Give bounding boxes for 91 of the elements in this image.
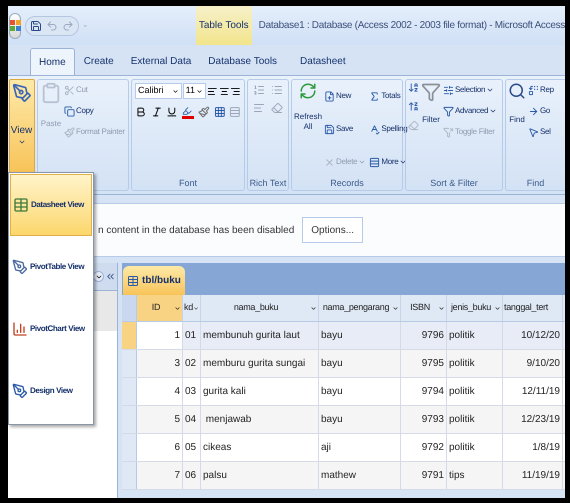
table-cell: 04 [183,406,201,433]
table-cell: 4 [137,378,183,405]
filter-button[interactable]: Filter [421,82,441,126]
table-cell: menjawab [201,406,319,433]
table-cell: gurita kali [201,378,319,405]
table-row[interactable]: 6 05 cikeas aji 9792 politik 1/8/19 [122,434,565,462]
table-cell: memburu gurita sungai [201,350,319,377]
contextual-tab-label: Table Tools [196,6,252,45]
table-cell: cikeas [201,434,319,461]
table-cell: politik [447,350,503,377]
column-header[interactable]: tanggal_tert [503,295,563,321]
column-header[interactable]: ISBN [401,295,447,321]
ribbon-tab[interactable]: Home [30,48,75,75]
refresh-button[interactable]: Refresh All [294,82,322,132]
table-cell: 5 [137,406,183,433]
table-cell: 9795 [401,350,447,377]
menu-item[interactable]: Datasheet View [10,174,92,236]
options-button[interactable]: Options... [302,217,364,243]
find-button[interactable]: Find [508,82,526,126]
window-title: Database1 : Database (Access 2002 - 2003 file format) - Microsoft Access [258,19,565,33]
security-message: n content in the database has been disabled [98,224,294,238]
table-cell: aji [319,434,401,461]
ribbon-button[interactable]: Advanced [443,105,498,117]
ribbon-button[interactable]: Selection [443,84,498,96]
group-label: Font [178,176,197,190]
table-cell: mathew [319,462,401,489]
group-label: Records [330,176,364,190]
table-cell: politik [447,322,503,349]
column-header[interactable]: nama_buku [201,295,319,321]
table-row[interactable]: 7 06 palsu mathew 9791 tips 11/19/19 [122,462,565,490]
group-label: Rich Text [250,176,286,190]
ribbon-button[interactable]: More [369,150,408,174]
ribbon-button[interactable]: Copy [64,105,125,117]
ribbon-tab[interactable]: External Data [122,48,200,75]
table-cell: politik [447,378,503,405]
ribbon-tab[interactable]: Create [76,48,122,75]
table-cell: 9796 [401,322,447,349]
table-cell: 02 [183,350,201,377]
table-cell: bayu [319,378,401,405]
group-label: Sort & Filter [430,176,478,190]
column-header[interactable]: nama_pengarang [319,295,401,321]
table-row[interactable]: 4 03 gurita kali bayu 9794 politik 12/11/19 [122,378,565,406]
table-row[interactable]: 1 01 membunuh gurita laut bayu 9796 politik 10/12/20 [122,322,565,350]
table-cell: 1/8/19 [503,434,563,461]
table-tab[interactable]: tbl/buku [123,266,185,295]
ribbon-tab[interactable]: Datasheet [292,48,354,75]
font-name-field[interactable]: Calibri [135,83,182,99]
table-cell: 01 [183,322,201,349]
ribbon-button[interactable]: Spelling [369,117,408,142]
table-cell: 06 [183,462,201,489]
ribbon-button[interactable]: Rep [528,84,554,96]
table-cell: 12/23/19 [503,406,563,433]
view-button[interactable]: View [8,79,34,173]
table-cell: politik [447,406,503,433]
table-cell: 12/11/19 [503,378,563,405]
table-row[interactable]: 5 04 menjawab bayu 9793 politik 12/23/19 [122,406,565,434]
table-cell: 9792 [401,434,447,461]
ribbon-tab[interactable]: Database Tools [200,48,286,75]
font-size-field[interactable]: 11 [182,83,206,99]
ribbon-button[interactable]: Sel [528,126,554,138]
table-row[interactable]: 3 02 memburu gurita sungai bayu 9795 politik 9/10/20 [122,350,565,378]
table-cell: tips [447,462,503,489]
table-cell: 7 [137,462,183,489]
menu-item[interactable]: PivotChart View [10,298,92,360]
table-cell: 05 [183,434,201,461]
column-header[interactable]: ID [137,295,183,321]
column-header[interactable]: kd [183,295,201,321]
table-cell: bayu [319,322,401,349]
table-cell: 03 [183,378,201,405]
menu-item[interactable]: Design View [10,360,92,422]
table-cell: 9791 [401,462,447,489]
table-cell: 3 [137,350,183,377]
table-cell: bayu [319,350,401,377]
table-cell: bayu [319,406,401,433]
menu-item[interactable]: PivotTable View [10,236,92,298]
table-cell: politik [447,434,503,461]
table-cell: 10/12/20 [503,322,563,349]
ribbon-button[interactable]: Totals [369,84,408,108]
table-cell: 6 [137,434,183,461]
ribbon-button[interactable]: Go [528,105,554,117]
table-cell: membunuh gurita laut [201,322,319,349]
ribbon-button[interactable]: New [324,84,366,108]
group-label: Find [526,176,544,190]
column-header[interactable]: jenis_buku [447,295,503,321]
table-cell: 9/10/20 [503,350,563,377]
ribbon-button[interactable]: Save [324,117,366,142]
table-cell: 1 [137,322,183,349]
table-cell: 11/19/19 [503,462,563,489]
table-cell: 9794 [401,378,447,405]
table-cell: palsu [201,462,319,489]
table-cell: 9793 [401,406,447,433]
